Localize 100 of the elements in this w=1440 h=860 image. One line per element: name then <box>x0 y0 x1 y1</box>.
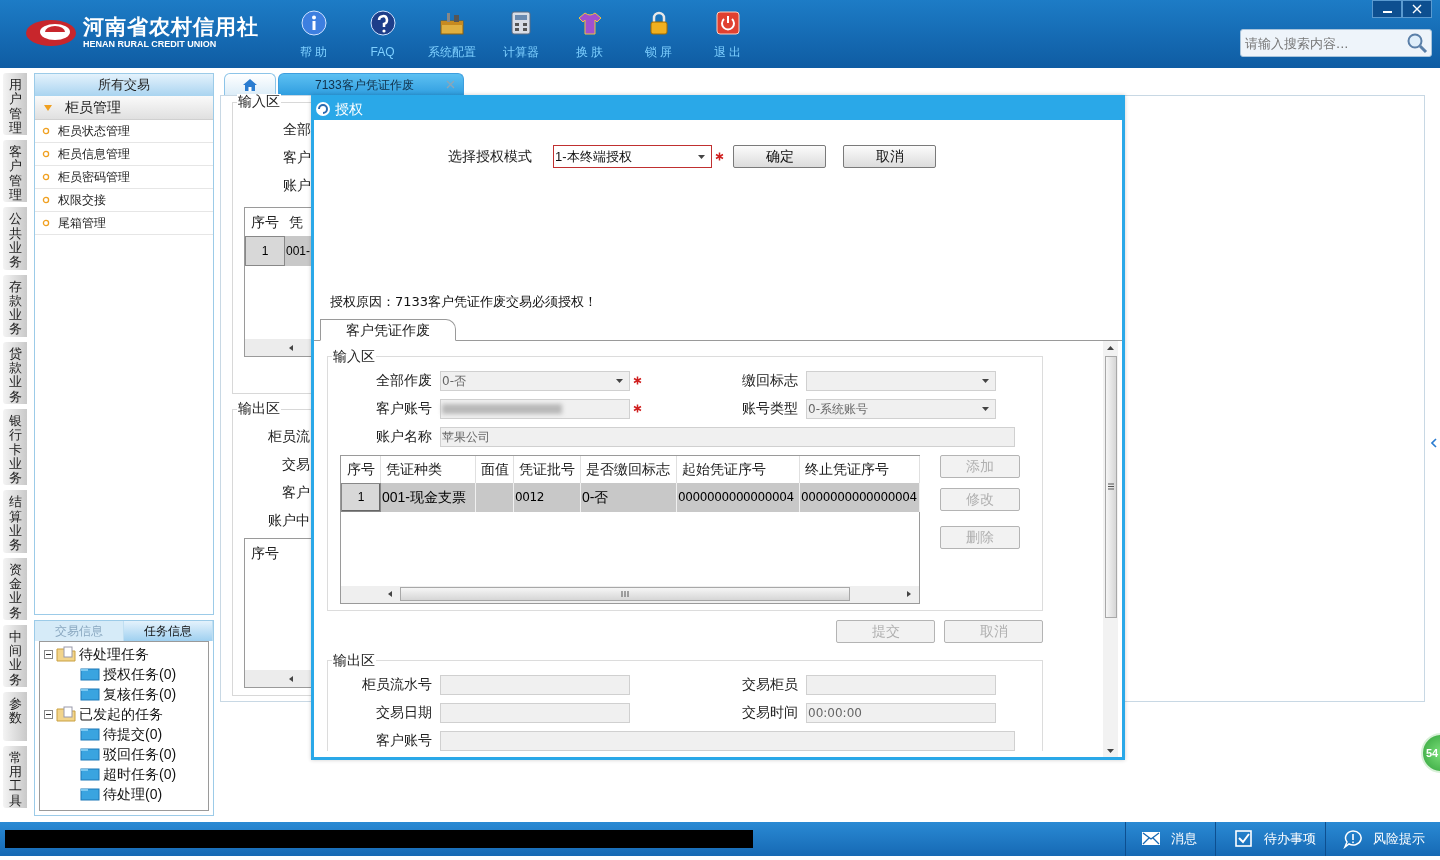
bullet-icon <box>42 173 50 181</box>
home-tab[interactable] <box>224 73 276 95</box>
scrollbar-thumb[interactable] <box>1104 355 1117 618</box>
column-header: 序号 <box>250 212 280 232</box>
status-bar-item[interactable]: 风险提示 <box>1325 822 1440 856</box>
checkbox-icon <box>1234 829 1254 849</box>
tree-item[interactable]: 待处理(0) <box>103 783 163 805</box>
tree-item[interactable]: 授权任务(0) <box>103 663 177 685</box>
document-tab[interactable]: 7133客户凭证作废 <box>278 73 464 95</box>
select-field[interactable]: 0-系统账号 <box>806 398 996 419</box>
toolbar-button[interactable]: 换 肤 <box>555 10 624 58</box>
input-field[interactable] <box>806 674 996 695</box>
table-cell: 0000000000000004 <box>800 482 920 512</box>
toolbar-button[interactable]: FAQ <box>348 10 417 58</box>
field-label: 柜员流水号 <box>361 675 433 694</box>
field-label: 交易 <box>282 454 310 474</box>
dialog-title: 授权 <box>335 99 363 119</box>
toolbar-button[interactable]: 退 出 <box>693 10 762 58</box>
nav-item[interactable]: 权限交接 <box>35 189 213 212</box>
nav-item[interactable]: 尾箱管理 <box>35 212 213 235</box>
field-label: 账户中 <box>268 510 310 530</box>
toolbar-button[interactable]: 系统配置 <box>417 10 486 58</box>
search-icon <box>1405 31 1429 55</box>
column-header: 凭证种类 <box>381 455 476 483</box>
field-label: 客户账号 <box>375 399 433 418</box>
input-field[interactable]: 苹果公司 <box>440 426 1015 447</box>
tree-item[interactable]: 超时任务(0) <box>103 763 177 785</box>
status-bar-item[interactable]: 待办事项 <box>1215 822 1325 856</box>
side-tab[interactable]: 贷款业务 <box>3 341 27 404</box>
logo-subtitle: HENAN RURAL CREDIT UNION <box>83 40 218 49</box>
caret-down-icon <box>698 154 705 159</box>
close-button[interactable] <box>1402 0 1432 18</box>
speech-bubble-icon <box>1343 829 1363 849</box>
input-field[interactable] <box>440 398 630 419</box>
input-field[interactable] <box>440 674 630 695</box>
select-field[interactable] <box>806 370 996 391</box>
question-icon <box>369 10 396 36</box>
column-header: 凭证批号 <box>514 455 581 483</box>
field-label: 账号类型 <box>741 399 799 418</box>
collapse-icon[interactable] <box>44 709 53 719</box>
side-tab[interactable]: 客户管理 <box>3 140 27 203</box>
side-tab[interactable]: 存款业务 <box>3 274 27 337</box>
field-label: 客户 <box>282 482 310 502</box>
select-field[interactable]: 1-本终端授权 <box>553 145 712 168</box>
field-label: 交易时间 <box>741 703 799 722</box>
field-label: 全部 <box>283 119 311 139</box>
collapse-icon[interactable] <box>44 649 53 659</box>
status-bar-item[interactable]: 消息 <box>1125 822 1215 856</box>
tree-item[interactable]: 已发起的任务 <box>79 703 163 725</box>
table-row[interactable]: 1 001-现金支票 0012 0-否 0000000000000004 0000000000000004 <box>341 482 919 512</box>
logo-icon <box>25 17 77 48</box>
folder-icon <box>80 687 100 701</box>
side-tab[interactable]: 结算业务 <box>3 490 27 553</box>
tree-item[interactable]: 待提交(0) <box>103 723 163 745</box>
cancel-button[interactable]: 取消 <box>843 145 936 168</box>
field-label: 账户 <box>283 175 311 195</box>
select-field[interactable]: 0-否 <box>440 370 630 391</box>
row-header: 1 <box>341 482 381 512</box>
nav-item[interactable]: 柜员信息管理 <box>35 143 213 166</box>
grip-icon <box>621 591 629 597</box>
side-tab[interactable]: 常用工具 <box>3 745 27 808</box>
folder-icon <box>80 747 100 761</box>
toolbar-button[interactable]: 帮 助 <box>279 10 348 58</box>
minimize-button[interactable] <box>1372 0 1402 18</box>
toolbar-button[interactable]: 计算器 <box>486 10 555 58</box>
scrollbar[interactable] <box>1103 340 1118 757</box>
nav-group-header[interactable]: 柜员管理 <box>35 96 213 120</box>
required-icon <box>632 404 642 413</box>
required-icon <box>632 376 642 385</box>
caret-down-icon <box>616 378 623 383</box>
reason-text: 授权原因：7133客户凭证作废交易必须授权！ <box>330 293 599 311</box>
confirm-button[interactable]: 确定 <box>733 145 826 168</box>
nav-item[interactable]: 柜员密码管理 <box>35 166 213 189</box>
input-field[interactable]: 00:00:00 <box>806 702 996 723</box>
toolbar-button[interactable]: 锁 屏 <box>624 10 693 58</box>
input-field[interactable] <box>440 730 1015 751</box>
folder-icon <box>56 646 76 662</box>
tree-item[interactable]: 待处理任务 <box>79 643 149 665</box>
bullet-icon <box>42 150 50 158</box>
side-tab[interactable]: 公共业务 <box>3 207 27 270</box>
side-tab[interactable]: 银行卡业务 <box>3 408 27 486</box>
scrollbar[interactable] <box>341 585 919 603</box>
field-label: 全部作废 <box>375 371 433 390</box>
tree-item[interactable]: 复核任务(0) <box>103 683 177 705</box>
form-tab[interactable]: 客户凭证作废 <box>320 318 456 341</box>
side-tab[interactable]: 参数 <box>3 692 27 741</box>
tree-item[interactable]: 驳回任务(0) <box>103 743 177 765</box>
panel-tab[interactable]: 任务信息 <box>124 621 213 641</box>
arrow-right-icon <box>905 590 913 598</box>
side-tab[interactable]: 资金业务 <box>3 557 27 620</box>
nav-item[interactable]: 柜员状态管理 <box>35 120 213 143</box>
input-field[interactable] <box>440 702 630 723</box>
bullet-icon <box>42 127 50 135</box>
side-tab[interactable]: 用户管理 <box>3 73 27 136</box>
search-field[interactable]: 请输入搜索内容... <box>1240 29 1432 57</box>
bullet-icon <box>42 219 50 227</box>
scrollbar-thumb[interactable] <box>400 587 850 601</box>
table-cell: 0-否 <box>581 482 677 512</box>
side-tab[interactable]: 中间业务 <box>3 624 27 687</box>
arrow-left-icon <box>287 343 295 352</box>
